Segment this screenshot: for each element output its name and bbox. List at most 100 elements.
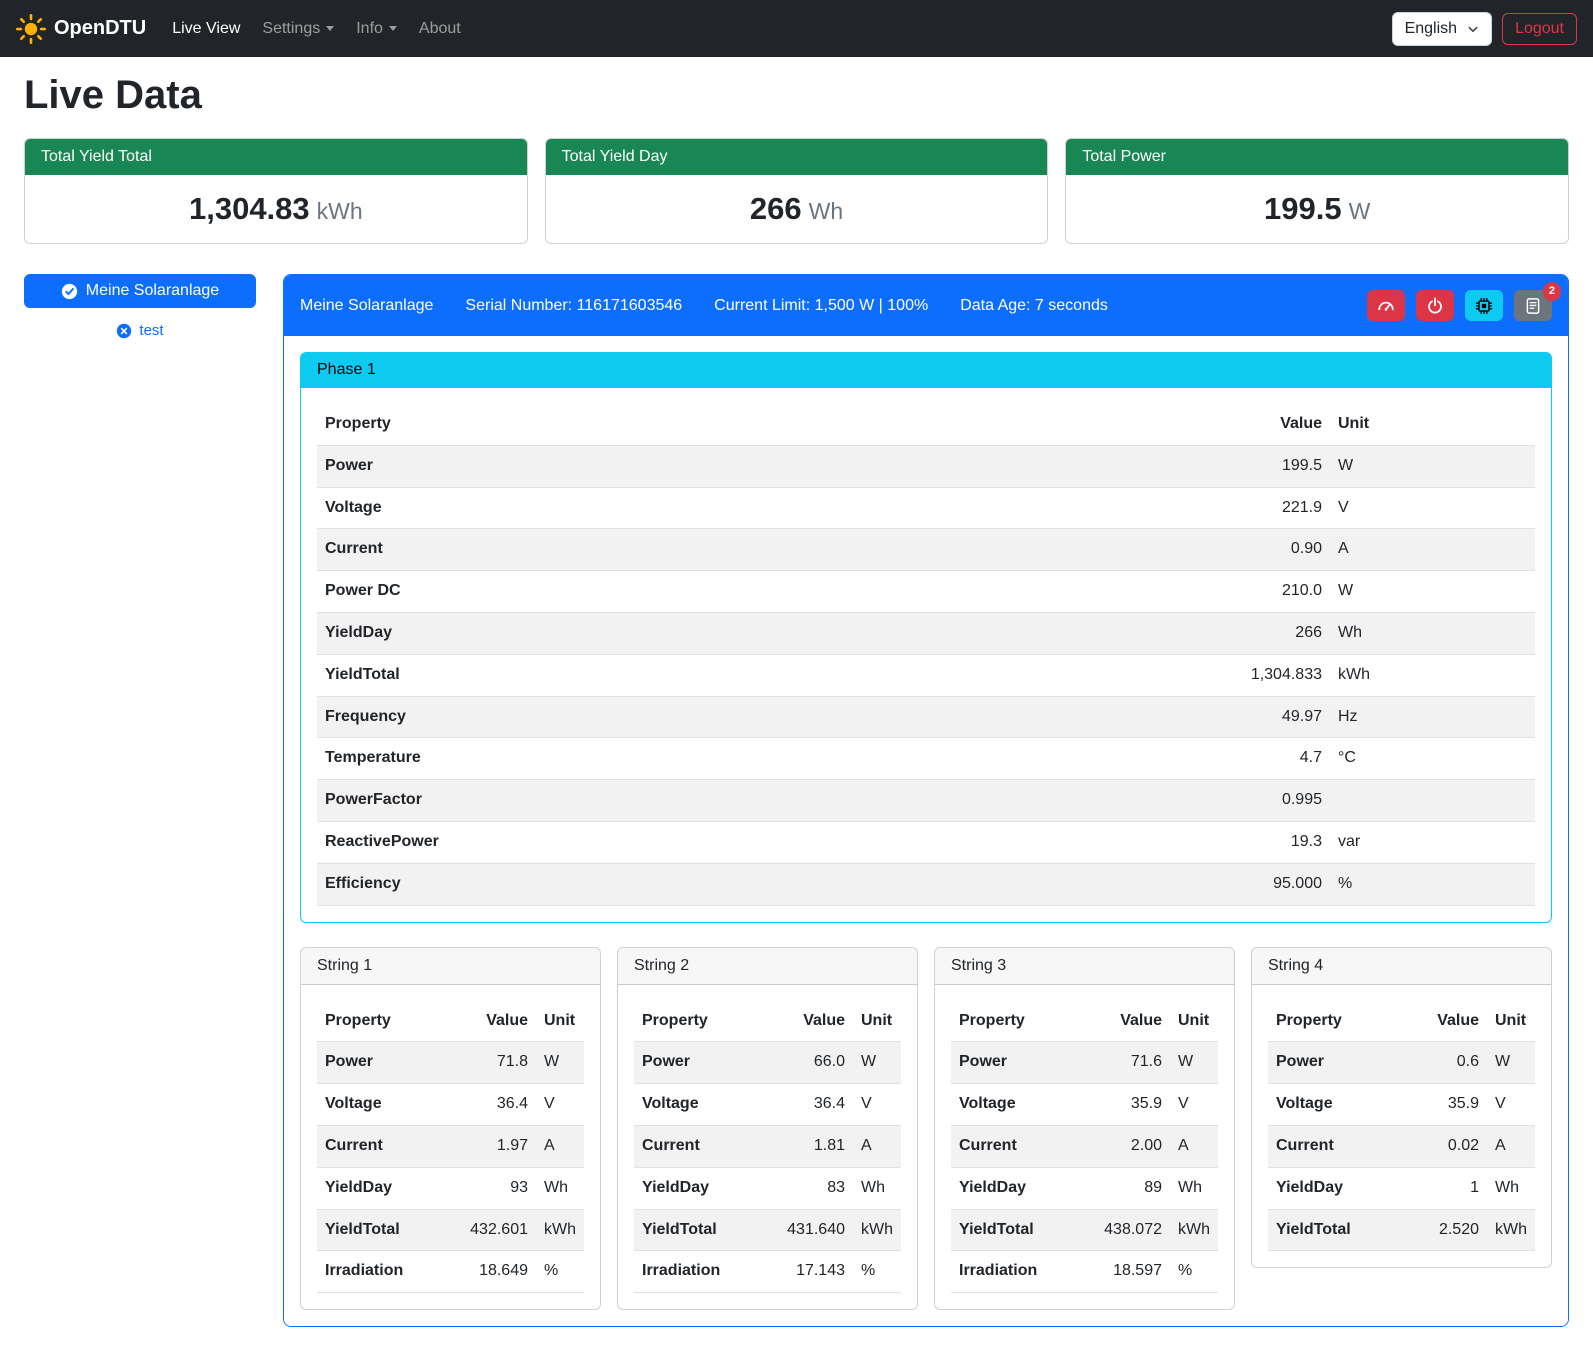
unit-cell: kWh	[1487, 1209, 1535, 1251]
x-circle-icon	[116, 323, 132, 339]
value-cell: 0.995	[599, 780, 1330, 822]
table-row: PowerFactor0.995	[317, 780, 1535, 822]
property-cell: Efficiency	[317, 863, 599, 905]
string-card-title: String 3	[935, 948, 1234, 985]
inverter-panel-body: Phase 1 Property Value Unit Power199.5WV…	[284, 336, 1568, 1326]
unit-cell: kWh	[1170, 1209, 1218, 1251]
power-icon	[1426, 297, 1444, 315]
string-table-body: Power0.6WVoltage35.9VCurrent0.02AYieldDa…	[1268, 1042, 1535, 1251]
value-cell: 66.0	[728, 1042, 853, 1084]
unit-cell: A	[536, 1125, 584, 1167]
table-row: ReactivePower19.3var	[317, 821, 1535, 863]
table-row: Power71.6W	[951, 1042, 1218, 1084]
table-row: Current1.81A	[634, 1125, 901, 1167]
unit-cell: %	[536, 1251, 584, 1293]
column-header-unit: Unit	[853, 1001, 901, 1042]
nav-about[interactable]: About	[411, 12, 469, 46]
phase-card-title: Phase 1	[301, 353, 1551, 388]
property-cell: ReactivePower	[317, 821, 599, 863]
unit-cell: Wh	[1330, 612, 1535, 654]
column-header-value: Value	[599, 404, 1330, 445]
limit-settings-button[interactable]	[1367, 290, 1405, 321]
value-cell: 18.649	[411, 1251, 536, 1293]
string-table-body: Power66.0WVoltage36.4VCurrent1.81AYieldD…	[634, 1042, 901, 1293]
nav-live-view[interactable]: Live View	[164, 12, 248, 46]
table-row: Power199.5W	[317, 445, 1535, 487]
inverter-select-active-label: Meine Solaranlage	[86, 282, 219, 300]
table-header-row: PropertyValueUnit	[1268, 1001, 1535, 1042]
summary-card-unit: W	[1349, 198, 1371, 224]
property-cell: YieldTotal	[951, 1209, 1045, 1251]
value-cell: 36.4	[728, 1084, 853, 1126]
event-log-button[interactable]: 2	[1514, 290, 1552, 321]
inverter-current-limit: Current Limit: 1,500 W | 100%	[714, 297, 928, 315]
unit-cell: Wh	[853, 1167, 901, 1209]
value-cell: 1.81	[728, 1125, 853, 1167]
unit-cell: %	[1330, 863, 1535, 905]
property-cell: YieldTotal	[317, 654, 599, 696]
table-row: Power66.0W	[634, 1042, 901, 1084]
unit-cell: V	[1330, 487, 1535, 529]
chevron-down-icon	[389, 26, 397, 31]
column-header-value: Value	[728, 1001, 853, 1042]
string-card-body: PropertyValueUnitPower66.0WVoltage36.4VC…	[618, 985, 917, 1310]
unit-cell: %	[853, 1251, 901, 1293]
table-row: YieldDay266Wh	[317, 612, 1535, 654]
string-card: String 1PropertyValueUnitPower71.8WVolta…	[300, 947, 601, 1311]
unit-cell: W	[1487, 1042, 1535, 1084]
table-row: YieldDay93Wh	[317, 1167, 584, 1209]
phase-card: Phase 1 Property Value Unit Power199.5WV…	[300, 352, 1552, 923]
value-cell: 266	[599, 612, 1330, 654]
nav-info[interactable]: Info	[348, 12, 405, 46]
string-table: PropertyValueUnitPower71.6WVoltage35.9VC…	[951, 1001, 1218, 1294]
value-cell: 0.02	[1359, 1125, 1487, 1167]
column-header-unit: Unit	[1170, 1001, 1218, 1042]
inverter-select-active-button[interactable]: Meine Solaranlage	[24, 274, 256, 308]
table-row: Temperature4.7°C	[317, 738, 1535, 780]
table-row: Power DC210.0W	[317, 571, 1535, 613]
string-table-body: Power71.6WVoltage35.9VCurrent2.00AYieldD…	[951, 1042, 1218, 1293]
table-row: Voltage36.4V	[317, 1084, 584, 1126]
summary-card-body: 199.5W	[1066, 175, 1568, 243]
inverter-select-test-label: test	[139, 322, 163, 339]
column-header-property: Property	[634, 1001, 728, 1042]
value-cell: 83	[728, 1167, 853, 1209]
brand[interactable]: OpenDTU	[16, 14, 146, 44]
inverter-panel-header: Meine Solaranlage Serial Number: 1161716…	[284, 275, 1568, 336]
language-select[interactable]: English	[1392, 12, 1492, 46]
summary-card-title: Total Power	[1066, 139, 1568, 175]
property-cell: Power	[317, 1042, 411, 1084]
logout-button[interactable]: Logout	[1502, 13, 1577, 45]
power-settings-button[interactable]	[1416, 290, 1454, 321]
unit-cell: A	[853, 1125, 901, 1167]
column-header-value: Value	[1359, 1001, 1487, 1042]
value-cell: 18.597	[1045, 1251, 1170, 1293]
string-table: PropertyValueUnitPower71.8WVoltage36.4VC…	[317, 1001, 584, 1294]
nav-live-view-label: Live View	[172, 20, 240, 38]
nav-settings[interactable]: Settings	[254, 12, 342, 46]
string-card: String 3 PropertyValueUnitPower71.6WVolta…	[934, 947, 1235, 1311]
property-cell: Temperature	[317, 738, 599, 780]
device-info-button[interactable]	[1465, 290, 1503, 321]
unit-cell: var	[1330, 821, 1535, 863]
table-row: YieldTotal2.520kWh	[1268, 1209, 1535, 1251]
column-header-value: Value	[411, 1001, 536, 1042]
unit-cell: A	[1330, 529, 1535, 571]
table-row: YieldTotal1,304.833kWh	[317, 654, 1535, 696]
column-header-property: Property	[317, 404, 599, 445]
page-title: Live Data	[24, 73, 1569, 118]
column-header-property: Property	[1268, 1001, 1359, 1042]
summary-card-value: 1,304.83	[189, 191, 310, 226]
summary-card-body: 266Wh	[546, 175, 1048, 243]
value-cell: 2.00	[1045, 1125, 1170, 1167]
unit-cell: A	[1487, 1125, 1535, 1167]
property-cell: Current	[951, 1125, 1045, 1167]
summary-card-title: Total Yield Total	[25, 139, 527, 175]
table-row: Current2.00A	[951, 1125, 1218, 1167]
property-cell: Voltage	[1268, 1084, 1359, 1126]
summary-card-title: Total Yield Day	[546, 139, 1048, 175]
value-cell: 35.9	[1359, 1084, 1487, 1126]
strings-row: String 1PropertyValueUnitPower71.8WVolta…	[300, 947, 1552, 1311]
inverter-select-test[interactable]: test	[24, 322, 256, 339]
property-cell: PowerFactor	[317, 780, 599, 822]
